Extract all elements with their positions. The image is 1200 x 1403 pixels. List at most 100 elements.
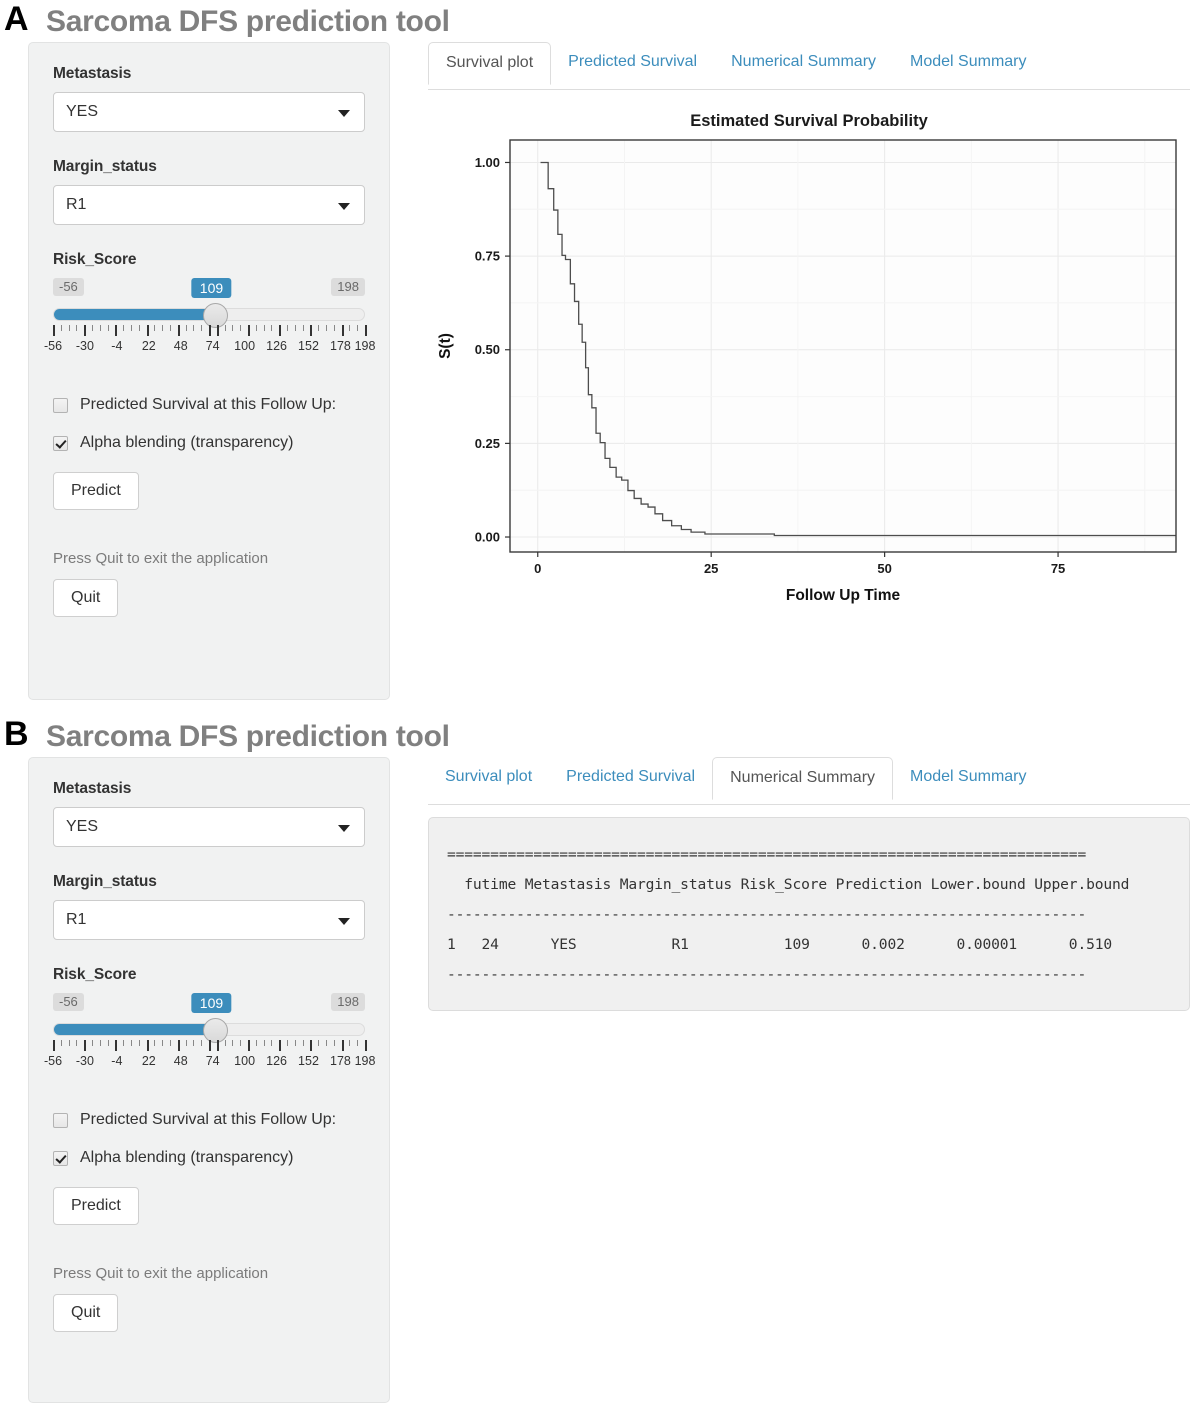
metastasis-selected-value: YES xyxy=(66,818,98,836)
slider-captions: -56 109 198 xyxy=(53,278,365,300)
slider-tick-label: -56 xyxy=(44,1054,62,1068)
tab-predicted-survival[interactable]: Predicted Survival xyxy=(551,42,714,83)
survival-plot-svg: 0.000.250.500.751.000255075Follow Up Tim… xyxy=(428,130,1190,610)
metastasis-selected-value: YES xyxy=(66,103,98,121)
checkbox-unchecked-icon[interactable] xyxy=(53,398,68,413)
tab-survival-plot[interactable]: Survival plot xyxy=(428,42,551,85)
slider-tick-label: 74 xyxy=(206,1054,220,1068)
tabs-b: Survival plot Predicted SurvivalNumerical… xyxy=(428,757,1190,805)
slider-tick-minor xyxy=(264,1040,265,1046)
slider-tick-minor xyxy=(357,1040,358,1046)
app-title-b: Sarcoma DFS prediction tool xyxy=(46,720,450,753)
slider-tick-minor xyxy=(295,325,296,331)
margin-status-select[interactable]: R1 xyxy=(53,185,365,225)
slider-max-cap: 198 xyxy=(331,993,365,1011)
panel-b: B Sarcoma DFS prediction tool Metastasis… xyxy=(0,715,1200,1403)
slider-tick-label: 178 xyxy=(330,339,351,353)
slider-tick-minor xyxy=(201,325,202,331)
slider-tick-major xyxy=(84,1040,86,1051)
app-title-a: Sarcoma DFS prediction tool xyxy=(46,5,450,38)
slider-tick-major xyxy=(115,1040,117,1051)
chevron-down-icon xyxy=(338,110,350,117)
tab-survival-plot[interactable]: Survival plot xyxy=(428,757,549,798)
tab-label: Predicted Survival xyxy=(568,53,697,70)
tab-model-summary[interactable]: Model Summary xyxy=(893,42,1043,83)
quit-button[interactable]: Quit xyxy=(53,579,118,617)
tab-numerical-summary[interactable]: Numerical Summary xyxy=(712,757,893,800)
slider-ticks xyxy=(53,1040,365,1052)
chevron-down-icon xyxy=(338,825,350,832)
followup-checkbox-row[interactable]: Predicted Survival at this Follow Up: xyxy=(53,396,365,414)
tab-model-summary[interactable]: Model Summary xyxy=(893,757,1043,798)
quit-hint: Press Quit to exit the application xyxy=(53,550,365,567)
y-axis-title: S(t) xyxy=(437,333,454,359)
y-tick-label: 0.25 xyxy=(475,436,500,451)
slider-tick-label: 152 xyxy=(298,1054,319,1068)
slider-tick-major xyxy=(342,1040,344,1051)
checkbox-checked-icon[interactable] xyxy=(53,1151,68,1166)
risk-score-slider[interactable]: -56 109 198 -56-30-422487410012615217819… xyxy=(53,993,365,1085)
slider-tick-label: 48 xyxy=(174,339,188,353)
slider-tick-minor xyxy=(139,1040,140,1046)
predict-button[interactable]: Predict xyxy=(53,472,139,510)
slider-tick-minor xyxy=(318,325,319,331)
slider-tick-minor xyxy=(69,1040,70,1046)
slider-tick-major xyxy=(53,1040,55,1051)
slider-tick-major xyxy=(178,325,180,336)
predict-button[interactable]: Predict xyxy=(53,1187,139,1225)
slider-tick-label: -30 xyxy=(76,1054,94,1068)
slider-tick-minor xyxy=(225,1040,226,1046)
checkbox-unchecked-icon[interactable] xyxy=(53,1113,68,1128)
slider-tick-minor xyxy=(76,1040,77,1046)
slider-tick-label: 48 xyxy=(174,1054,188,1068)
main-panel-b: Survival plot Predicted SurvivalNumerical… xyxy=(428,757,1190,1011)
tab-label: Numerical Summary xyxy=(731,53,876,70)
slider-ticks xyxy=(53,325,365,337)
slider-tick-minor xyxy=(131,325,132,331)
slider-tick-major xyxy=(147,325,149,336)
panel-letter-a: A xyxy=(4,2,29,36)
quit-button[interactable]: Quit xyxy=(53,1294,118,1332)
sidebar-panel-a: Metastasis YES Margin_status R1 Risk_Sco… xyxy=(28,42,390,700)
slider-tick-minor xyxy=(170,1040,171,1046)
risk-score-label: Risk_Score xyxy=(53,966,365,984)
slider-tick-minor xyxy=(295,1040,296,1046)
slider-tick-major xyxy=(365,325,367,336)
slider-tick-minor xyxy=(334,1040,335,1046)
slider-tick-major xyxy=(310,325,312,336)
alpha-checkbox-row[interactable]: Alpha blending (transparency) xyxy=(53,434,365,452)
slider-tick-minor xyxy=(186,1040,187,1046)
slider-tick-minor xyxy=(287,1040,288,1046)
margin-status-select[interactable]: R1 xyxy=(53,900,365,940)
slider-tick-minor xyxy=(139,325,140,331)
checkbox-checked-icon[interactable] xyxy=(53,436,68,451)
slider-tick-minor xyxy=(318,1040,319,1046)
slider-tick-minor xyxy=(92,325,93,331)
slider-min-cap: -56 xyxy=(53,993,84,1011)
slider-tick-label: 22 xyxy=(142,1054,156,1068)
slider-tick-minor xyxy=(232,325,233,331)
slider-tick-major xyxy=(279,325,281,336)
slider-tick-minor xyxy=(240,1040,241,1046)
tab-label: Survival plot xyxy=(445,768,532,785)
slider-tick-minor xyxy=(326,325,327,331)
slider-tick-minor xyxy=(123,325,124,331)
slider-tick-minor xyxy=(287,325,288,331)
metastasis-select[interactable]: YES xyxy=(53,92,365,132)
alpha-checkbox-row[interactable]: Alpha blending (transparency) xyxy=(53,1149,365,1167)
slider-tick-major xyxy=(217,325,219,336)
slider-tick-label: -4 xyxy=(111,1054,122,1068)
slider-tick-minor xyxy=(170,325,171,331)
followup-checkbox-row[interactable]: Predicted Survival at this Follow Up: xyxy=(53,1111,365,1129)
risk-score-slider[interactable]: -56 109 198 -56-30-422487410012615217819… xyxy=(53,278,365,370)
metastasis-select[interactable]: YES xyxy=(53,807,365,847)
tab-numerical-summary[interactable]: Numerical Summary xyxy=(714,42,893,83)
tab-predicted-survival[interactable]: Predicted Survival xyxy=(549,757,712,798)
y-tick-label: 1.00 xyxy=(475,155,500,170)
margin-status-selected-value: R1 xyxy=(66,196,86,214)
slider-tick-minor xyxy=(100,1040,101,1046)
slider-min-cap: -56 xyxy=(53,278,84,296)
tabs-a: Survival plot Predicted Survival Numerical… xyxy=(428,42,1190,90)
slider-tick-minor xyxy=(92,1040,93,1046)
slider-tick-label: 100 xyxy=(234,339,255,353)
